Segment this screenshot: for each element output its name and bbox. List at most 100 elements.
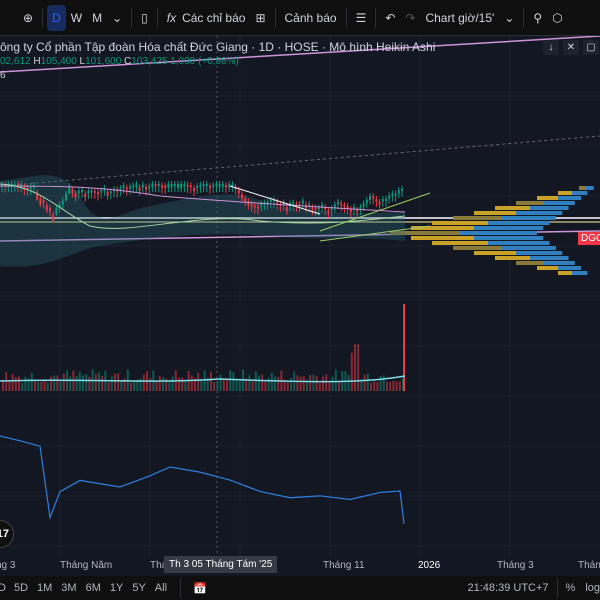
percent-toggle[interactable]: % [566, 582, 576, 594]
candle [349, 209, 352, 213]
change-value: 1,000 (+0,98%) [170, 56, 239, 67]
add-symbol-icon[interactable]: ⊕ [18, 5, 38, 31]
candle [372, 196, 375, 199]
volume-bar [46, 382, 49, 391]
volume-bar [200, 379, 203, 391]
volume-bar [226, 378, 228, 391]
volume-bar [232, 371, 235, 391]
volume-bar [235, 379, 238, 391]
volume-bar [382, 375, 385, 391]
interval-w[interactable]: W [66, 5, 87, 31]
volume-profile-bar [432, 221, 488, 225]
volume-bar [238, 381, 241, 391]
volume-bar [322, 376, 324, 391]
divider [42, 7, 44, 28]
range-5y[interactable]: 5Y [132, 582, 145, 594]
volume-bar [184, 381, 187, 391]
layout-button[interactable]: Chart giờ/15' [420, 5, 499, 31]
replay-icon[interactable]: ☰ [351, 5, 372, 31]
volume-bar [155, 381, 158, 391]
chevron-down-icon[interactable]: ⌄ [107, 5, 127, 31]
volume-bar [334, 369, 337, 391]
range-5d[interactable]: 5D [14, 582, 28, 594]
quick-search-icon[interactable]: ⚲ [528, 5, 547, 31]
candle [154, 184, 157, 187]
interval-m[interactable]: M [87, 5, 107, 31]
collapse-icon[interactable]: ✕ [563, 40, 579, 55]
time-axis[interactable]: ng 3 Tháng Năm Thá Tháng 11 2026 Tháng 3… [0, 556, 600, 574]
volume-bar [168, 382, 171, 391]
volume-bar [149, 378, 152, 391]
volume-bar [94, 373, 97, 391]
settings-icon[interactable]: ⬡ [547, 5, 567, 31]
log-toggle[interactable]: log [585, 582, 600, 594]
undo-icon[interactable]: ↶ [380, 5, 400, 31]
volume-bar [296, 375, 299, 391]
candle [391, 193, 394, 196]
time-label: Tháng 3 [497, 560, 534, 571]
volume-profile-bar [488, 221, 550, 225]
candle [244, 198, 247, 203]
interval-d[interactable]: D [47, 4, 66, 31]
volume-bar [398, 381, 401, 391]
volume-bar [229, 370, 232, 391]
templates-icon[interactable]: ⊞ [250, 5, 270, 31]
candle [109, 191, 112, 194]
candle [196, 186, 199, 189]
volume-profile-bar [488, 241, 550, 245]
candle [65, 193, 67, 201]
candle [132, 185, 135, 188]
divider [523, 7, 525, 28]
volume-bar [142, 374, 145, 391]
candle [356, 209, 359, 213]
price-chart[interactable] [0, 36, 600, 576]
volume-bar [88, 376, 91, 391]
volume-bar [302, 376, 305, 391]
volume-profile-bar [453, 216, 502, 220]
clock[interactable]: 21:48:39 UTC+7 [468, 582, 549, 594]
candle [228, 184, 231, 188]
volume-bar [11, 374, 14, 391]
volume-bar [370, 382, 372, 391]
alerts-button[interactable]: Cảnh báo [280, 5, 342, 31]
redo-icon[interactable]: ↷ [400, 5, 420, 31]
candle [365, 199, 368, 204]
go-to-date-icon[interactable]: 📅 [193, 582, 207, 595]
volume-bar [158, 376, 161, 391]
candle [177, 184, 179, 188]
candle [269, 199, 272, 202]
time-label: 2026 [418, 560, 441, 571]
candle [212, 184, 215, 187]
volume-profile-bar [495, 256, 530, 260]
volume-bar [181, 377, 184, 391]
volume-profile-bar [411, 236, 474, 240]
divider [274, 7, 276, 28]
candle [164, 185, 167, 188]
range-1d[interactable]: D [0, 582, 6, 594]
volume-bar [213, 381, 216, 391]
chevron-down-icon[interactable]: ⌄ [499, 5, 519, 31]
divider [375, 7, 377, 28]
low-value: 101,600 [85, 56, 122, 67]
candle [369, 196, 371, 200]
arrow-down-icon[interactable]: ↓ [543, 40, 559, 55]
range-6m[interactable]: 6M [86, 582, 101, 594]
candle [52, 214, 55, 222]
range-1m[interactable]: 1M [37, 582, 52, 594]
maximize-icon[interactable]: ▢ [583, 40, 599, 55]
symbol-price-tag: DGC [578, 232, 600, 245]
candle [292, 202, 295, 205]
volume-profile-bar [516, 211, 563, 215]
volume-bar [315, 376, 318, 391]
range-1y[interactable]: 1Y [110, 582, 123, 594]
volume-bar [43, 380, 46, 391]
volume-bar [318, 382, 321, 391]
volume-bar [85, 374, 88, 391]
range-3m[interactable]: 3M [61, 582, 76, 594]
candle-type-icon[interactable]: ▯ [136, 5, 153, 31]
candle [81, 189, 83, 192]
ohlc-values: 02,612 H105,400 L101,600 C103,425 1,000 … [0, 56, 239, 67]
indicators-button[interactable]: fx Các chỉ báo [162, 5, 251, 31]
volume-bar [299, 376, 302, 391]
range-all[interactable]: All [155, 582, 167, 594]
